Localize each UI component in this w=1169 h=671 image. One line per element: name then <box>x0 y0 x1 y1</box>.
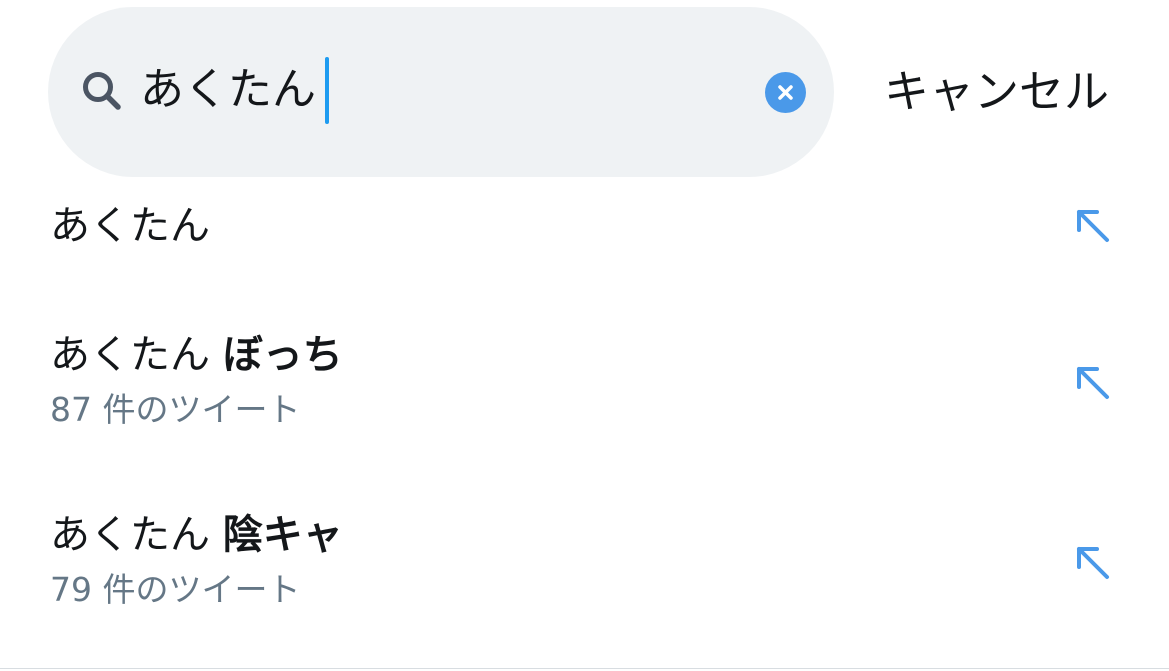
suggestion-completion: ぼっち <box>222 332 343 378</box>
search-icon <box>83 72 121 110</box>
search-input[interactable]: あくたん <box>140 58 316 122</box>
suggestion-query: あくたん <box>50 512 223 558</box>
search-suggestion[interactable]: あくたん 陰キャ 79 件のツイート <box>0 505 1169 625</box>
suggestion-title: あくたん 陰キャ <box>50 507 343 563</box>
arrow-up-left-icon[interactable] <box>1073 543 1113 583</box>
suggestion-title: あくたん ぼっち <box>50 327 343 383</box>
divider <box>0 668 1169 669</box>
suggestion-title: あくたん <box>50 198 210 254</box>
text-caret <box>325 57 329 124</box>
tweet-count: 87 件のツイート <box>50 390 301 429</box>
cancel-button[interactable]: キャンセル <box>884 62 1109 122</box>
search-suggestion[interactable]: あくたん ぼっち 87 件のツイート <box>0 325 1169 445</box>
arrow-up-left-icon[interactable] <box>1073 206 1113 246</box>
suggestion-query: あくたん <box>50 332 223 378</box>
tweet-count: 79 件のツイート <box>50 570 301 609</box>
suggestion-query: あくたん <box>50 203 210 249</box>
search-suggestion[interactable]: あくたん <box>0 190 1169 270</box>
suggestion-completion: 陰キャ <box>222 512 343 558</box>
close-icon <box>778 85 793 100</box>
arrow-up-left-icon[interactable] <box>1073 363 1113 403</box>
clear-search-button[interactable] <box>765 72 806 113</box>
